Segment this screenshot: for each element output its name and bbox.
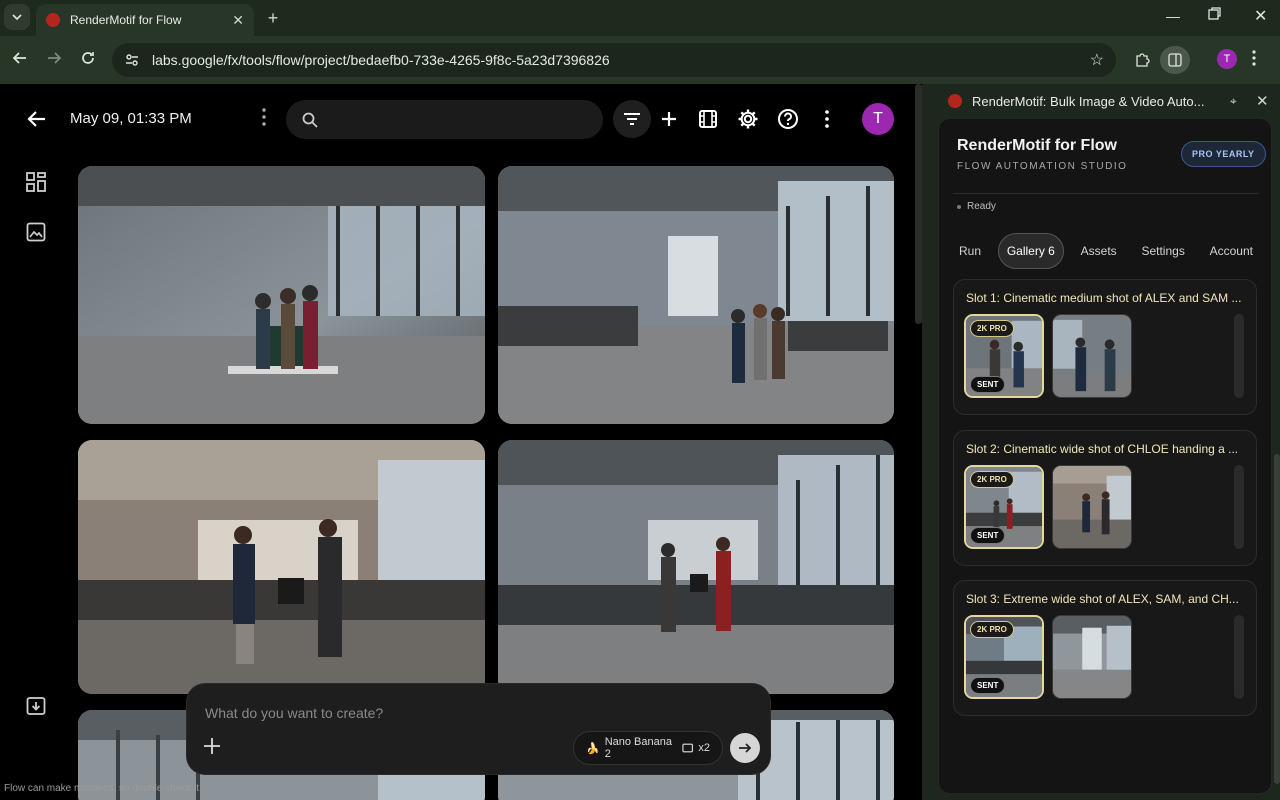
filter-icon — [624, 113, 640, 125]
status-indicator: Ready — [957, 201, 996, 212]
slot-thumbnail[interactable] — [1052, 314, 1132, 398]
more-vert-icon — [825, 110, 829, 128]
tab-account[interactable]: Account — [1202, 234, 1261, 268]
aspect-ratio-icon — [682, 743, 693, 753]
extension-favicon-icon — [948, 94, 962, 108]
forward-icon[interactable] — [46, 50, 62, 66]
side-panel-title[interactable]: RenderMotif: Bulk Image & Video Auto... — [972, 94, 1204, 109]
side-panel-scrollbar[interactable] — [1274, 454, 1280, 784]
prompt-input[interactable]: What do you want to create? — [205, 705, 383, 721]
browser-profile-avatar[interactable]: T — [1217, 49, 1237, 69]
project-menu-icon[interactable] — [262, 108, 266, 126]
slot-title: Slot 3: Extreme wide shot of ALEX, SAM, … — [966, 592, 1239, 606]
scenebuilder-button[interactable] — [689, 100, 727, 138]
slot-scrollbar[interactable] — [1234, 465, 1244, 549]
disclaimer-text: Flow can make mistakes, so double check … — [4, 783, 200, 794]
quality-badge: 2K PRO — [970, 320, 1014, 337]
slot-thumbnail[interactable] — [1052, 615, 1132, 699]
sent-badge: SENT — [970, 527, 1006, 544]
flow-app: May 09, 01:33 PM T What do you want to c… — [0, 84, 922, 800]
generated-image-3[interactable] — [78, 440, 485, 694]
help-button[interactable] — [769, 100, 807, 138]
arrow-right-icon — [739, 743, 752, 753]
tab-gallery[interactable]: Gallery 6 — [997, 233, 1064, 269]
search-icon — [302, 112, 318, 128]
back-arrow-icon[interactable] — [26, 108, 48, 130]
gallery-slot-3: Slot 3: Extreme wide shot of ALEX, SAM, … — [953, 580, 1257, 716]
model-name: Nano Banana 2 — [604, 736, 672, 760]
extension-side-panel: RenderMotif: Bulk Image & Video Auto... … — [922, 84, 1280, 800]
address-bar[interactable]: labs.google/fx/tools/flow/project/bedaef… — [112, 43, 1116, 77]
banana-icon: 🍌 — [586, 742, 600, 755]
model-selector[interactable]: 🍌 Nano Banana 2 x2 — [573, 731, 723, 765]
generated-image-4[interactable] — [498, 440, 894, 694]
tab-close-icon[interactable]: ✕ — [232, 12, 244, 29]
add-button[interactable] — [650, 100, 688, 138]
gear-icon — [738, 109, 758, 129]
status-text: Ready — [967, 201, 996, 212]
tab-search-button[interactable] — [4, 4, 30, 30]
chevron-down-icon — [12, 14, 22, 21]
slot-title: Slot 2: Cinematic wide shot of CHLOE han… — [966, 442, 1239, 456]
more-menu-button[interactable] — [808, 100, 846, 138]
side-panel-header: RenderMotif: Bulk Image & Video Auto... … — [922, 84, 1280, 118]
download-archive-icon[interactable] — [26, 696, 46, 716]
filter-button[interactable] — [613, 100, 651, 138]
project-date-title: May 09, 01:33 PM — [70, 110, 192, 127]
extension-panel: RenderMotif for Flow FLOW AUTOMATION STU… — [938, 118, 1272, 794]
grid-scrollbar[interactable] — [915, 84, 922, 324]
gallery-slot-1: Slot 1: Cinematic medium shot of ALEX an… — [953, 279, 1257, 415]
brand-title: RenderMotif for Flow — [957, 137, 1117, 154]
quality-badge: 2K PRO — [970, 621, 1014, 638]
browser-tabstrip: RenderMotif for Flow ✕ + — ✕ — [0, 0, 1280, 36]
tab-assets[interactable]: Assets — [1073, 234, 1125, 268]
film-icon — [699, 110, 717, 128]
generated-image-1[interactable] — [78, 166, 485, 424]
browser-tab-active[interactable]: RenderMotif for Flow ✕ — [36, 4, 254, 36]
brand-subtitle: FLOW AUTOMATION STUDIO — [957, 161, 1128, 172]
new-tab-button[interactable]: + — [260, 5, 286, 31]
slot-scrollbar[interactable] — [1234, 615, 1244, 699]
back-icon[interactable] — [12, 50, 28, 66]
settings-button[interactable] — [729, 100, 767, 138]
search-input[interactable] — [286, 100, 603, 139]
pin-icon[interactable]: ⌖ — [1230, 94, 1237, 109]
url-text: labs.google/fx/tools/flow/project/bedaef… — [152, 52, 610, 68]
sent-badge: SENT — [970, 376, 1006, 393]
tab-title: RenderMotif for Flow — [70, 13, 182, 27]
plan-badge: PRO YEARLY — [1181, 141, 1266, 167]
plus-icon — [662, 112, 676, 126]
side-panel-close-icon[interactable]: ✕ — [1256, 92, 1269, 110]
slot-thumbnail[interactable] — [1052, 465, 1132, 549]
gallery-slot-2: Slot 2: Cinematic wide shot of CHLOE han… — [953, 430, 1257, 566]
browser-menu-icon[interactable] — [1252, 50, 1256, 66]
sent-badge: SENT — [970, 677, 1006, 694]
bookmark-star-icon[interactable]: ☆ — [1090, 50, 1104, 70]
maximize-icon[interactable] — [1208, 7, 1221, 20]
minimize-icon[interactable]: — — [1166, 8, 1180, 24]
slot-title: Slot 1: Cinematic medium shot of ALEX an… — [966, 291, 1242, 305]
tab-favicon-icon — [46, 13, 60, 27]
send-button[interactable] — [730, 733, 760, 763]
header-divider — [953, 193, 1259, 194]
side-panel-icon[interactable] — [1160, 46, 1190, 74]
user-avatar[interactable]: T — [862, 103, 894, 135]
tab-run[interactable]: Run — [951, 234, 989, 268]
quality-badge: 2K PRO — [970, 471, 1014, 488]
slot-scrollbar[interactable] — [1234, 314, 1244, 398]
image-view-icon[interactable] — [26, 222, 46, 242]
site-info-icon[interactable] — [124, 52, 140, 68]
help-icon — [778, 109, 798, 129]
grid-view-icon[interactable] — [26, 172, 46, 192]
output-count: x2 — [698, 742, 710, 754]
status-dot-icon — [957, 204, 961, 209]
prompt-composer: What do you want to create? 🍌 Nano Banan… — [187, 684, 770, 774]
extensions-puzzle-icon[interactable] — [1127, 46, 1157, 74]
panel-tabs: Run Gallery 6 Assets Settings Account — [951, 233, 1261, 269]
add-media-icon[interactable] — [203, 737, 221, 755]
window-close-icon[interactable]: ✕ — [1254, 6, 1267, 26]
generated-image-2[interactable] — [498, 166, 894, 424]
reload-icon[interactable] — [80, 50, 96, 66]
tab-settings[interactable]: Settings — [1133, 234, 1192, 268]
